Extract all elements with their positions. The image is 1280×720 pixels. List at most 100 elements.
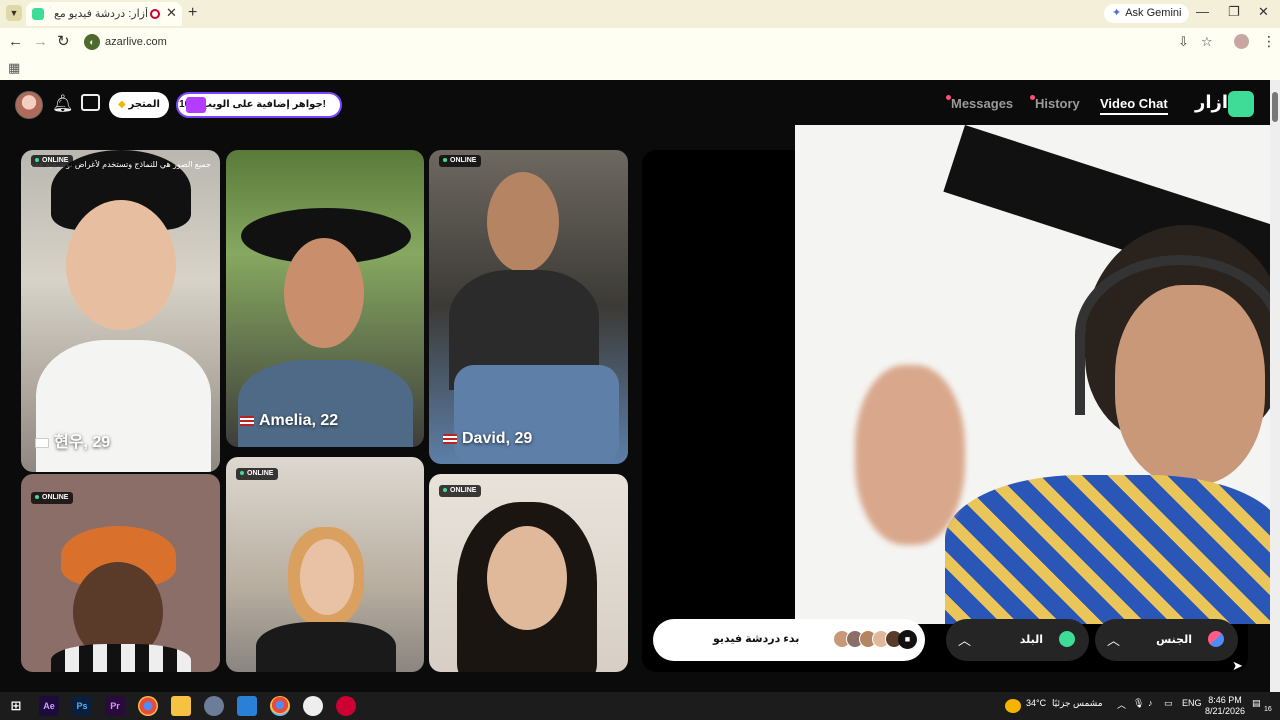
brand-name[interactable]: ازار (1195, 92, 1228, 113)
notification-icon[interactable]: ▤ (1252, 698, 1261, 709)
azar-logo-icon[interactable] (1228, 91, 1254, 117)
browser-toolbar: ← → ↻ ◐ azarlive.com ⇩ ☆ ⋮ (0, 28, 1280, 56)
network-icon[interactable]: ▭ (1164, 698, 1173, 709)
inbox-icon[interactable] (81, 94, 100, 111)
clock-date: 8/21/2026 (1205, 706, 1246, 716)
after-effects-icon[interactable]: Ae (39, 696, 59, 716)
windows-start-icon[interactable]: ⊞ (6, 696, 26, 716)
body-shape (256, 622, 396, 672)
site-info-icon[interactable]: ◐ (84, 34, 100, 50)
country-filter[interactable]: ︿ البلد (946, 619, 1089, 661)
gem-icon: ◆ (118, 99, 126, 110)
gemini-sparkle-icon: ✦ (1112, 7, 1122, 19)
file-explorer-icon[interactable] (171, 696, 191, 716)
us-flag-icon (240, 415, 254, 426)
nav-history[interactable]: History (1035, 96, 1080, 111)
forward-arrow-icon[interactable]: → (33, 33, 48, 51)
profile-card[interactable]: Amelia, 22 (226, 150, 424, 447)
language-indicator[interactable]: ENG (1182, 698, 1202, 708)
photos-icon[interactable] (204, 696, 224, 716)
country-label: البلد (1019, 634, 1043, 646)
bell-icon[interactable]: 🔔︎ (52, 94, 74, 114)
install-app-icon[interactable]: ⇩ (1178, 34, 1189, 50)
vscode-icon[interactable] (237, 696, 257, 716)
face-shape (284, 238, 364, 348)
nav-video-chat[interactable]: Video Chat (1100, 96, 1168, 115)
window-close-button[interactable]: ✕ (1258, 4, 1269, 20)
tab-search-chevron-icon[interactable]: ▼ (6, 5, 22, 21)
address-bar-url[interactable]: azarlive.com (105, 36, 167, 48)
taskbar-clock[interactable]: 8:46 PM 8/21/2026 (1205, 695, 1245, 717)
browser-tabbar: ▼ أزار: دردشة فيديو مع أشخاص ✕ + ✦Ask Ge… (0, 0, 1280, 28)
maximize-button[interactable]: ❐ (1228, 4, 1240, 20)
gender-label: الجنس (1156, 634, 1192, 646)
us-flag-icon (443, 433, 457, 444)
bookmark-star-icon[interactable]: ☆ (1201, 34, 1213, 50)
promo-button[interactable]: 10% جواهر إضافية على الويب! (176, 92, 342, 118)
microphone-icon[interactable]: 🎙︎ (1133, 698, 1144, 709)
premiere-icon[interactable]: Pr (105, 696, 125, 716)
gift-icon (186, 97, 206, 113)
nav-messages[interactable]: Messages (951, 96, 1013, 111)
weather-temp[interactable]: 34°C (1026, 698, 1046, 708)
start-video-chat-button[interactable]: بدء دردشة فيديو ■ (653, 619, 925, 661)
body-shape (238, 360, 413, 447)
face-shape (300, 539, 354, 615)
photoshop-icon[interactable]: Ps (72, 696, 92, 716)
recorder-icon[interactable] (336, 696, 356, 716)
profile-name: 현우, 29 (35, 428, 110, 452)
browser-menu-icon[interactable]: ⋮ (1262, 33, 1276, 50)
chevron-up-icon: ︿ (958, 633, 972, 648)
weather-sun-icon[interactable] (1005, 699, 1021, 713)
globe-icon (1059, 631, 1075, 647)
profile-avatar[interactable] (1234, 34, 1249, 49)
store-button[interactable]: ◆ المتجر (109, 92, 169, 118)
notification-count: 16 (1264, 706, 1272, 713)
store-label: المتجر (128, 99, 160, 110)
hand-shape (855, 365, 965, 545)
gender-filter[interactable]: ︿ الجنس (1095, 619, 1238, 661)
user-avatar[interactable] (15, 91, 43, 119)
profile-card[interactable]: جميع الصور هي للنماذج وتستخدم لأغراض توض… (21, 150, 220, 472)
face-shape (487, 526, 567, 630)
checkered-shirt-shape (51, 644, 191, 672)
browser-tab-azar[interactable]: أزار: دردشة فيديو مع أشخاص ✕ (26, 2, 182, 26)
profile-name: David, 29 (443, 430, 532, 448)
azar-page: 🔔︎ ◆ المتجر 10% جواهر إضافية على الويب! … (0, 80, 1280, 692)
chevron-up-tray-icon[interactable]: ︿ (1117, 698, 1126, 711)
windows-taskbar: ⊞ Ae Ps Pr 34°C مشمس جزئيًا ︿ 🎙︎ ♪ ▭ ENG… (0, 692, 1280, 720)
kr-flag-icon (35, 437, 49, 448)
scrollbar-thumb[interactable] (1272, 92, 1278, 122)
azar-favicon-icon (32, 8, 44, 20)
new-tab-button[interactable]: + (188, 4, 197, 22)
profile-card[interactable]: ONLINE (429, 474, 628, 672)
back-arrow-icon[interactable]: ← (8, 33, 23, 51)
ask-gemini-button[interactable]: ✦ Ask Gemini (1104, 4, 1190, 23)
recording-icon (150, 9, 160, 19)
weather-text[interactable]: مشمس جزئيًا (1052, 698, 1103, 709)
volume-icon[interactable]: ♪ (1148, 698, 1153, 708)
profile-card[interactable]: ONLINE (226, 457, 424, 672)
tab-title: أزار: دردشة فيديو مع أشخاص (50, 8, 148, 20)
chevron-up-icon: ︿ (1107, 633, 1121, 648)
headset-shape (1075, 255, 1280, 415)
jeans-shape (454, 365, 619, 464)
profile-card[interactable]: ONLINE David, 29 (429, 150, 628, 464)
chrome-icon[interactable] (138, 696, 158, 716)
page-scrollbar[interactable] (1270, 80, 1280, 692)
chrome-active-icon[interactable] (270, 696, 290, 716)
mouse-cursor-icon: ➤ (1232, 658, 1243, 673)
reload-icon[interactable]: ↻ (57, 33, 70, 51)
face-shape (487, 172, 559, 272)
profile-card[interactable]: ONLINE (21, 474, 220, 672)
ask-gemini-label: Ask Gemini (1125, 7, 1182, 19)
online-badge: ONLINE (31, 155, 74, 167)
tab-close-icon[interactable]: ✕ (166, 5, 177, 21)
minimize-button[interactable]: — (1196, 4, 1209, 19)
apps-grid-icon[interactable]: ▦ (8, 60, 20, 76)
bookmarks-bar: ▦ (0, 56, 1280, 80)
face-shape (66, 200, 176, 330)
local-camera-feed (795, 125, 1280, 624)
profile-name: Amelia, 22 (240, 412, 338, 430)
obs-icon[interactable] (303, 696, 323, 716)
